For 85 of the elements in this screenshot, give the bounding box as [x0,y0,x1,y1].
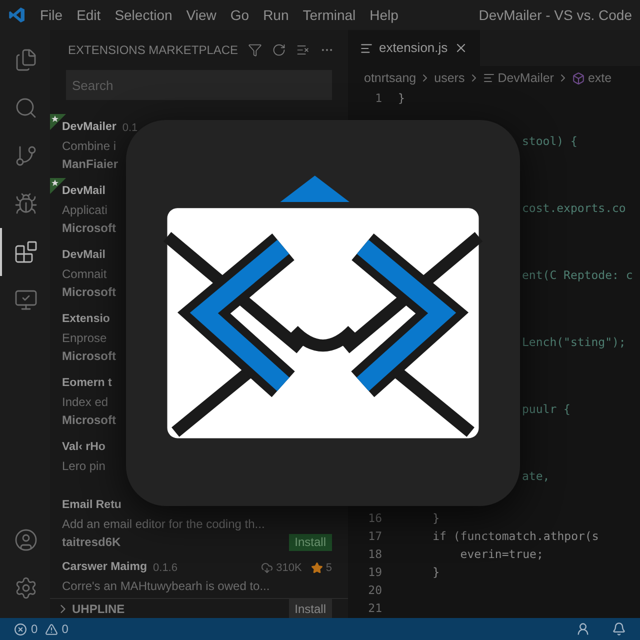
line-number: 21 [367,600,383,618]
breadcrumb-item[interactable]: otnrtsang [364,68,416,88]
files-icon[interactable] [14,48,38,72]
code-line: Lench("sting"); [522,334,626,351]
menu-item[interactable]: Terminal [302,4,356,26]
file-lines-icon [482,72,495,84]
extension-description: Comnait [62,266,108,283]
breadcrumb-item[interactable]: exte [588,68,612,88]
extension-publisher: Microsoft [62,348,116,365]
warning-icon[interactable] [44,622,58,636]
install-button[interactable]: Install [288,599,332,618]
error-count[interactable]: 0 [31,620,38,638]
error-icon[interactable] [14,622,27,636]
code-line: if (functomatch.athpor(s [432,528,599,546]
blocks-icon[interactable] [14,240,38,264]
extension-publisher: ManFiaier [62,156,118,173]
extension-publisher: taitresd6K [62,534,121,551]
settings-icon[interactable] [14,576,38,600]
extension-description: Add an email editor for the coding th... [62,516,266,533]
logo-icon [8,6,26,24]
branch-icon[interactable] [14,144,38,168]
install-button[interactable]: Install [288,534,332,550]
extension-publisher: Microsoft [62,412,116,429]
star-icon [310,562,323,574]
file-lines-icon [360,42,373,54]
download-icon [261,562,274,574]
code-line: } [398,90,405,108]
line-number: 17 [367,528,383,546]
menu-item[interactable]: Edit [76,4,101,26]
extension-name[interactable]: Email Retu [62,497,122,515]
extension-name[interactable]: DevMail [62,247,106,265]
extension-version: 0.1.6 [153,560,178,576]
code-line: cost.exports.co [522,200,626,217]
account-icon[interactable] [14,528,38,552]
extension-name[interactable]: Eomern t [62,375,112,393]
menu-item[interactable]: Go [230,4,250,26]
extension-name[interactable]: Carswer Maimg [62,559,148,577]
code-line: } [432,510,440,528]
search-field[interactable]: Search [66,70,332,100]
code-line: puulr { [522,400,570,418]
extension-publisher: Microsoft [62,220,116,237]
extension-description: Lero pin [62,458,106,475]
extension-description: Corre's an MAHtuwybearh is owed to... [62,578,271,595]
code-line: ent(C Reptode: c [522,266,633,284]
menu-item[interactable]: Run [263,4,289,26]
menu-item[interactable]: File [40,4,63,26]
line-number: 20 [367,582,383,600]
code-line: everin=true; [459,546,544,564]
monitor-icon[interactable] [14,288,38,312]
editor-tab[interactable]: extension.js [348,30,480,66]
breadcrumb-item[interactable]: DevMailer [498,68,554,88]
cube-icon [572,72,585,84]
download-count: 310K [276,560,302,576]
bell-icon[interactable] [612,622,626,636]
extension-version: 0.1 [122,120,138,136]
menu-item[interactable]: Selection [114,4,172,26]
extension-description: Enprose [62,330,108,347]
menu-item[interactable]: View [186,4,216,26]
breadcrumb-item[interactable]: users [434,68,465,88]
menu-item[interactable]: Help [370,4,398,26]
line-number: 1 [374,90,383,108]
refresh-icon[interactable] [272,42,286,58]
filter-icon[interactable] [248,42,262,58]
rating-value: 5 [326,560,332,576]
section-title[interactable]: UHPLINE [72,600,125,618]
line-number: 18 [367,546,383,564]
line-number: 19 [367,564,383,582]
line-number: 16 [367,510,383,528]
bug-icon[interactable] [14,192,38,216]
extension-description: Index ed [62,394,110,411]
extension-name[interactable]: DevMail [62,183,106,201]
sidebar-title: EXTENSIONS MARKETPLACE [68,42,238,59]
person-icon[interactable] [576,622,590,636]
extension-description: Applicati [62,202,108,219]
code-line: } [432,564,440,582]
extension-description: Combine i [62,138,118,155]
extension-name[interactable]: Extensio [62,311,110,329]
window-title: DevMailer - VS vs. Code [478,6,632,24]
warning-count[interactable]: 0 [62,620,68,638]
extension-name[interactable]: DevMailer [62,119,116,137]
extension-publisher: Microsoft [62,284,116,301]
extension-name[interactable]: Val‹ rHo [62,439,106,457]
search-icon[interactable] [14,96,38,120]
code-line: stool) { [522,132,578,150]
code-line: ate, [522,468,550,485]
